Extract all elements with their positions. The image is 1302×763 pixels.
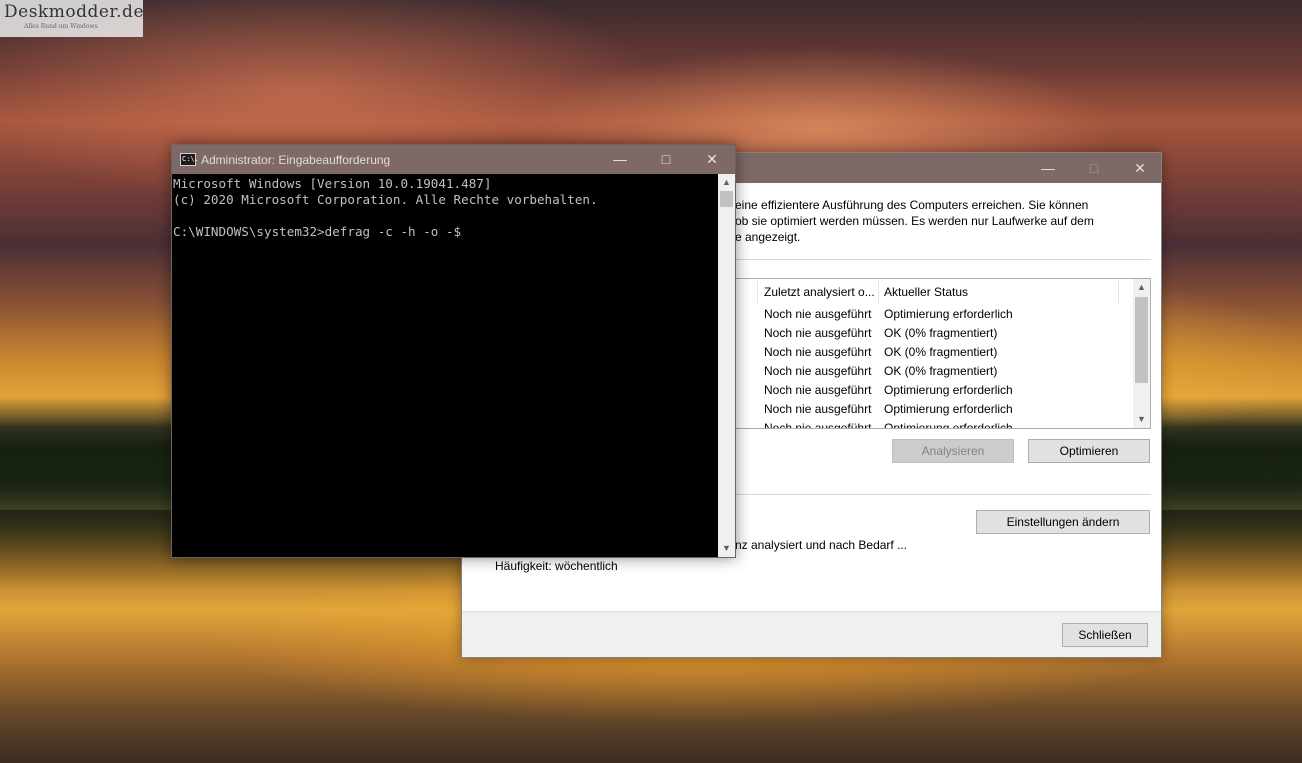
table-row[interactable]: Noch nie ausgeführt Optimierung erforder… (736, 305, 1132, 324)
column-header-status[interactable]: Aktueller Status (884, 285, 968, 299)
watermark-title: Deskmodder.de (4, 2, 145, 22)
maximize-icon: □ (1089, 160, 1099, 176)
change-settings-button[interactable]: Einstellungen ändern (976, 510, 1150, 534)
cmd-icon[interactable]: C:\. (180, 153, 199, 166)
minimize-icon[interactable]: — (597, 145, 643, 174)
description-line: e angezeigt. (735, 230, 801, 244)
cell-status: OK (0% fragmentiert) (884, 345, 998, 359)
console-output[interactable]: Microsoft Windows [Version 10.0.19041.48… (172, 174, 718, 557)
close-icon[interactable]: ✕ (689, 145, 735, 174)
table-row[interactable]: Noch nie ausgeführt OK (0% fragmentiert) (736, 362, 1132, 381)
cmd-titlebar[interactable]: C:\. Administrator: Eingabeaufforderung … (172, 145, 735, 174)
list-scrollbar[interactable]: ▲ ▼ (1133, 279, 1150, 428)
watermark-logo: Deskmodder.de Alles Rund um Windows (0, 0, 145, 37)
cell-status: OK (0% fragmentiert) (884, 364, 998, 378)
table-row[interactable]: Noch nie ausgeführt Optimierung erforder… (736, 419, 1132, 429)
column-divider (757, 281, 758, 303)
cell-last-analyzed: Noch nie ausgeführt (764, 421, 872, 429)
cmd-scrollbar[interactable]: ▲ ▼ (718, 174, 735, 557)
table-row[interactable]: Noch nie ausgeführt OK (0% fragmentiert) (736, 343, 1132, 362)
cmd-title: Administrator: Eingabeaufforderung (201, 153, 391, 167)
console-line: (c) 2020 Microsoft Corporation. Alle Rec… (173, 192, 598, 207)
divider (735, 259, 1151, 260)
console-line: Microsoft Windows [Version 10.0.19041.48… (173, 176, 492, 191)
table-row[interactable]: Noch nie ausgeführt Optimierung erforder… (736, 381, 1132, 400)
table-row[interactable]: Noch nie ausgeführt Optimierung erforder… (736, 400, 1132, 419)
console-line: C:\WINDOWS\system32>defrag -c -h -o -$ (173, 224, 462, 239)
description-line: eine effizientere Ausführung des Compute… (735, 198, 1089, 212)
cell-last-analyzed: Noch nie ausgeführt (764, 383, 872, 397)
drive-list[interactable]: Zuletzt analysiert o... Aktueller Status… (735, 278, 1151, 429)
schedule-frequency: Häufigkeit: wöchentlich (495, 559, 618, 573)
cell-status: OK (0% fragmentiert) (884, 326, 998, 340)
scroll-thumb[interactable] (720, 191, 733, 207)
scroll-thumb[interactable] (1135, 297, 1148, 383)
cell-last-analyzed: Noch nie ausgeführt (764, 307, 872, 321)
analyze-button[interactable]: Analysieren (892, 439, 1014, 463)
scroll-down-icon[interactable]: ▼ (718, 540, 735, 557)
list-header: Zuletzt analysiert o... Aktueller Status (736, 279, 1132, 305)
scroll-down-icon[interactable]: ▼ (1133, 411, 1150, 428)
cell-last-analyzed: Noch nie ausgeführt (764, 326, 872, 340)
cell-last-analyzed: Noch nie ausgeführt (764, 364, 872, 378)
watermark-subtitle: Alles Rund um Windows (24, 23, 98, 30)
scroll-up-icon[interactable]: ▲ (1133, 279, 1150, 296)
close-button[interactable]: Schließen (1062, 623, 1148, 647)
cell-last-analyzed: Noch nie ausgeführt (764, 402, 872, 416)
description-line: ob sie optimiert werden müssen. Es werde… (735, 214, 1094, 228)
command-prompt-window: C:\. Administrator: Eingabeaufforderung … (171, 144, 736, 558)
divider (735, 494, 1151, 495)
cell-last-analyzed: Noch nie ausgeführt (764, 345, 872, 359)
cell-status: Optimierung erforderlich (884, 307, 1013, 321)
column-header-last-analyzed[interactable]: Zuletzt analysiert o... (764, 285, 875, 299)
table-row[interactable]: Noch nie ausgeführt OK (0% fragmentiert) (736, 324, 1132, 343)
column-divider (878, 281, 879, 303)
dialog-description: eine effizientere Ausführung des Compute… (735, 197, 1155, 245)
close-icon[interactable]: ✕ (1117, 153, 1163, 183)
minimize-icon[interactable]: — (1025, 153, 1071, 183)
dialog-footer: Schließen (462, 611, 1161, 657)
column-divider (1118, 281, 1119, 303)
cell-status: Optimierung erforderlich (884, 421, 1013, 429)
schedule-description: nz analysiert und nach Bedarf ... (735, 538, 908, 552)
cell-status: Optimierung erforderlich (884, 383, 1013, 397)
optimize-button[interactable]: Optimieren (1028, 439, 1150, 463)
cell-status: Optimierung erforderlich (884, 402, 1013, 416)
maximize-icon[interactable]: □ (643, 145, 689, 174)
scroll-up-icon[interactable]: ▲ (718, 174, 735, 191)
